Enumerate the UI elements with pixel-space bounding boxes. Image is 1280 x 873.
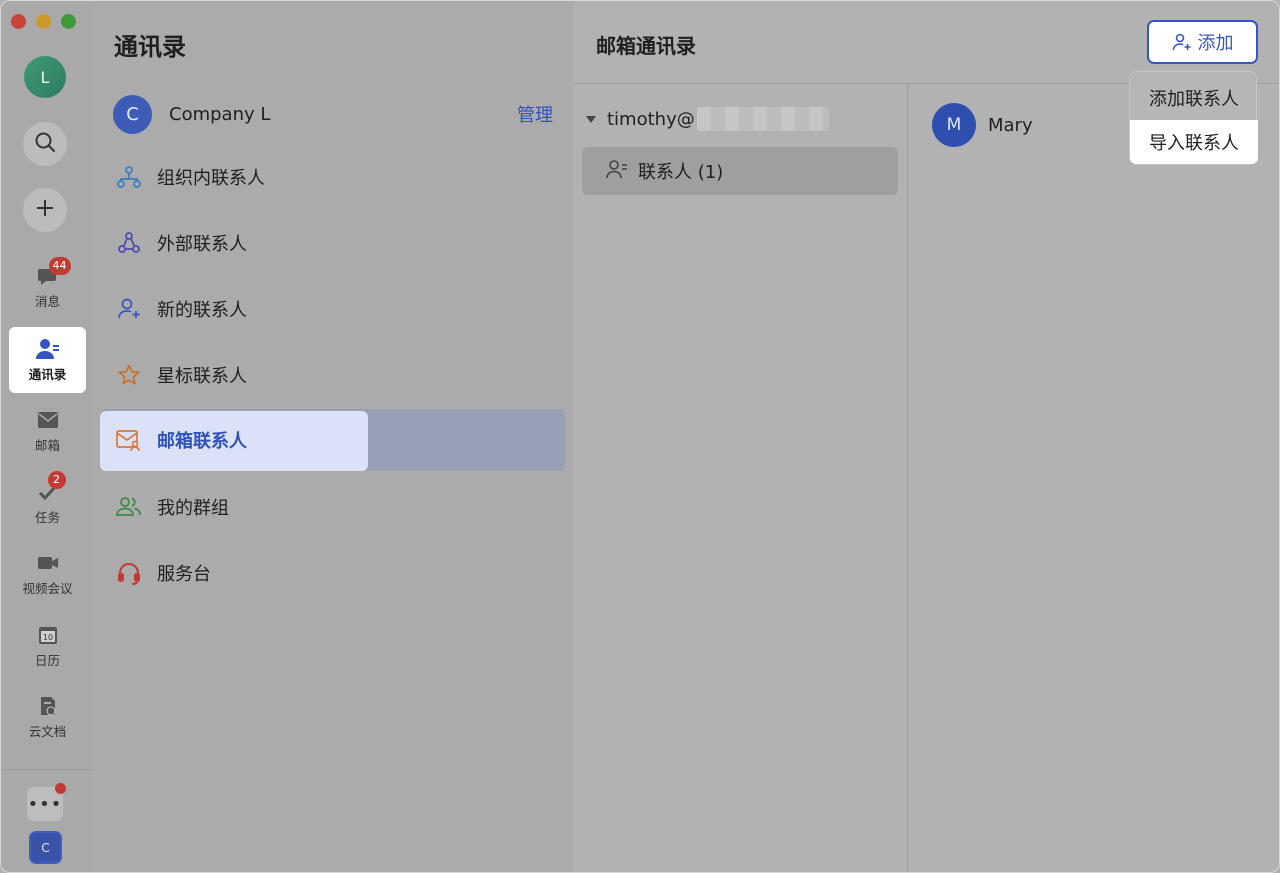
rail-item-video-meeting[interactable]: 视频会议 bbox=[9, 541, 86, 607]
rail-item-label: 任务 bbox=[34, 509, 60, 525]
app-window: L 44 消息 通讯录 邮箱 2 任务 视频会议 10 日历 云文档 ••• C… bbox=[0, 0, 1280, 873]
contact-group-row[interactable]: 联系人 (1) bbox=[582, 147, 898, 195]
mail-contact-icon bbox=[116, 427, 142, 453]
left-rail: L 44 消息 通讯录 邮箱 2 任务 视频会议 10 日历 云文档 ••• C bbox=[1, 1, 91, 872]
nav-item-mail-contacts[interactable]: 邮箱联系人 bbox=[100, 409, 565, 471]
add-dropdown-menu: 添加联系人 导入联系人 bbox=[1129, 71, 1258, 165]
contacts-nav: 通讯录 C Company L 管理 组织内联系人 外部联系人 新的联系人 星标… bbox=[91, 1, 573, 872]
menu-item-add-contact[interactable]: 添加联系人 bbox=[1130, 76, 1258, 120]
rail-divider bbox=[1, 769, 91, 770]
nav-item-label: 外部联系人 bbox=[157, 234, 247, 255]
contacts-group-icon bbox=[606, 159, 628, 183]
mail-account-row[interactable]: timothy@ bbox=[586, 107, 829, 131]
contact-name: Mary bbox=[988, 114, 1033, 136]
rail-item-mail[interactable]: 邮箱 bbox=[9, 398, 86, 464]
rail-item-tasks[interactable]: 2 任务 bbox=[9, 470, 86, 536]
close-window-button[interactable] bbox=[11, 14, 26, 29]
add-button[interactable]: 添加 bbox=[1147, 20, 1258, 64]
tasks-icon: 2 bbox=[36, 470, 66, 503]
nav-item-starred-contacts[interactable]: 星标联系人 bbox=[100, 344, 565, 406]
account-label: timothy@ bbox=[607, 108, 695, 130]
mail-icon bbox=[36, 409, 60, 431]
contact-avatar: M bbox=[932, 103, 976, 147]
nav-item-org-contacts[interactable]: 组织内联系人 bbox=[100, 146, 565, 208]
rail-item-label: 云文档 bbox=[28, 723, 67, 739]
tenant-switcher[interactable]: C bbox=[29, 831, 62, 864]
nav-item-label: 新的联系人 bbox=[157, 300, 247, 321]
menu-item-import-contact[interactable]: 导入联系人 bbox=[1130, 120, 1258, 164]
notification-dot bbox=[55, 783, 66, 794]
org-name: Company L bbox=[169, 103, 271, 125]
rail-item-label: 通讯录 bbox=[28, 366, 67, 382]
nav-item-my-groups[interactable]: 我的群组 bbox=[100, 476, 565, 538]
group-icon bbox=[116, 494, 142, 520]
rail-item-calendar[interactable]: 10 日历 bbox=[9, 613, 86, 679]
search-icon bbox=[34, 131, 56, 157]
org-tree-icon bbox=[116, 164, 142, 190]
rail-item-messages[interactable]: 44 消息 bbox=[9, 254, 86, 320]
contacts-icon bbox=[35, 338, 60, 360]
rail-item-contacts[interactable]: 通讯录 bbox=[9, 327, 86, 393]
external-contacts-icon bbox=[116, 230, 142, 256]
group-label: 联系人 (1) bbox=[638, 162, 724, 183]
page-title: 通讯录 bbox=[114, 33, 186, 61]
nav-item-external-contacts[interactable]: 外部联系人 bbox=[100, 212, 565, 274]
create-button[interactable] bbox=[23, 188, 67, 232]
calendar-icon: 10 bbox=[36, 624, 60, 646]
org-avatar: C bbox=[113, 94, 152, 134]
nav-item-new-contacts[interactable]: 新的联系人 bbox=[100, 278, 565, 340]
minimize-window-button[interactable] bbox=[36, 14, 51, 29]
nav-item-label: 我的群组 bbox=[157, 498, 229, 519]
plus-icon bbox=[34, 197, 56, 223]
calendar-day: 10 bbox=[42, 633, 52, 642]
search-button[interactable] bbox=[23, 122, 67, 166]
add-button-label: 添加 bbox=[1197, 33, 1234, 54]
nav-item-label: 星标联系人 bbox=[157, 366, 247, 387]
rail-item-label: 消息 bbox=[34, 293, 60, 309]
main-title: 邮箱通讯录 bbox=[596, 34, 696, 58]
nav-item-label: 服务台 bbox=[157, 564, 211, 585]
rail-item-label: 日历 bbox=[34, 652, 60, 668]
contact-item[interactable]: M Mary bbox=[932, 103, 1033, 147]
star-icon bbox=[116, 362, 142, 388]
nav-item-label: 组织内联系人 bbox=[157, 168, 265, 189]
manage-link[interactable]: 管理 bbox=[517, 101, 553, 127]
nav-item-label: 邮箱联系人 bbox=[157, 431, 247, 452]
messages-badge: 44 bbox=[48, 256, 71, 275]
user-avatar[interactable]: L bbox=[24, 56, 66, 98]
nav-item-service-desk[interactable]: 服务台 bbox=[100, 542, 565, 604]
redacted-email-domain bbox=[696, 107, 829, 131]
person-add-icon bbox=[116, 296, 142, 322]
more-icon: ••• bbox=[27, 793, 63, 815]
tasks-badge: 2 bbox=[47, 470, 66, 489]
person-add-icon bbox=[1172, 32, 1192, 52]
rail-item-label: 视频会议 bbox=[22, 580, 73, 596]
caret-down-icon bbox=[586, 115, 596, 123]
window-controls bbox=[11, 14, 76, 29]
video-camera-icon bbox=[36, 552, 60, 574]
cloud-doc-icon bbox=[36, 695, 60, 717]
chat-icon: 44 bbox=[36, 256, 71, 287]
rail-item-docs[interactable]: 云文档 bbox=[9, 684, 86, 750]
zoom-window-button[interactable] bbox=[61, 14, 76, 29]
headset-icon bbox=[116, 560, 142, 586]
organization-row[interactable]: C Company L 管理 bbox=[113, 94, 553, 134]
rail-item-label: 邮箱 bbox=[34, 437, 60, 453]
column-divider bbox=[907, 84, 908, 872]
